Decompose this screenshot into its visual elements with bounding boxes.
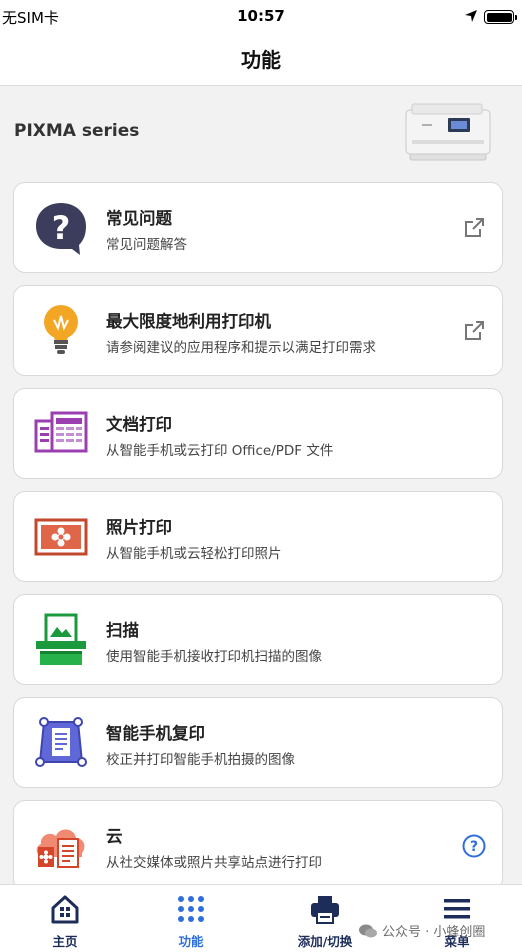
cloud-icon — [36, 829, 85, 868]
card-title: 照片打印 — [106, 518, 172, 537]
card-description: 请参阅建议的应用程序和提示以满足打印需求 — [106, 340, 376, 356]
navigation-bar: 功能 — [0, 34, 522, 86]
card-title: 云 — [106, 827, 123, 846]
card-description: 从智能手机或云轻松打印照片 — [106, 546, 282, 562]
card-title: 智能手机复印 — [106, 724, 205, 743]
card-description: 从社交媒体或照片共享站点进行打印 — [106, 855, 322, 871]
watermark-text: 公众号 · 小蜂创圈 — [382, 925, 486, 940]
tab-label: 主页 — [52, 934, 78, 949]
card-title: 文档打印 — [106, 415, 172, 434]
tab-label: 功能 — [178, 934, 204, 949]
card-cloud[interactable]: 云 从社交媒体或照片共享站点进行打印 ? — [13, 800, 503, 891]
card-scan[interactable]: 扫描 使用智能手机接收打印机扫描的图像 — [13, 594, 503, 685]
card-title: 最大限度地利用打印机 — [106, 312, 271, 331]
external-link-icon[interactable] — [462, 216, 486, 240]
tab-menu[interactable]: 菜单 — [392, 885, 522, 952]
scan-icon — [36, 613, 86, 665]
tab-bar: 主页 功能 添加/切换 菜单 — [0, 884, 522, 952]
printer-selector[interactable]: PIXMA series — [0, 88, 522, 176]
tab-add-switch[interactable]: 添加/切换 — [260, 885, 390, 952]
lightbulb-icon — [44, 305, 78, 354]
card-description: 常见问题解答 — [106, 237, 187, 253]
photo-print-icon — [34, 518, 88, 556]
external-link-icon[interactable] — [462, 319, 486, 343]
status-bar: 无SIM卡 10:57 — [0, 0, 522, 34]
card-document-print[interactable]: 文档打印 从智能手机或云打印 Office/PDF 文件 — [13, 388, 503, 479]
help-circle-icon[interactable]: ? — [462, 834, 486, 858]
card-description: 校正并打印智能手机拍摄的图像 — [106, 752, 295, 768]
battery-icon — [484, 10, 517, 24]
card-photo-print[interactable]: 照片打印 从智能手机或云轻松打印照片 — [13, 491, 503, 582]
svg-text:?: ? — [52, 209, 71, 247]
question-bubble-icon: ? — [36, 203, 86, 255]
printer-image — [405, 103, 491, 161]
clock: 10:57 — [237, 7, 285, 25]
card-maximize-printer[interactable]: 最大限度地利用打印机 请参阅建议的应用程序和提示以满足打印需求 — [13, 285, 503, 376]
card-title: 扫描 — [106, 621, 139, 640]
card-description: 使用智能手机接收打印机扫描的图像 — [106, 649, 322, 665]
card-description: 从智能手机或云打印 Office/PDF 文件 — [106, 443, 334, 459]
card-title: 常见问题 — [106, 209, 172, 228]
svg-text:?: ? — [470, 839, 478, 855]
location-arrow-icon — [465, 10, 477, 22]
card-faq[interactable]: ? 常见问题 常见问题解答 — [13, 182, 503, 273]
printer-icon — [311, 896, 339, 924]
page-title: 功能 — [241, 48, 281, 72]
smartphone-copy-icon — [35, 717, 87, 767]
tab-functions[interactable]: 功能 — [126, 885, 256, 952]
grid-dots-icon — [178, 896, 204, 922]
printer-name: PIXMA series — [14, 121, 140, 141]
wechat-icon — [359, 924, 377, 937]
card-smartphone-copy[interactable]: 智能手机复印 校正并打印智能手机拍摄的图像 — [13, 697, 503, 788]
document-print-icon — [34, 411, 88, 453]
home-icon — [51, 895, 79, 924]
tab-home[interactable]: 主页 — [0, 885, 130, 952]
watermark: 公众号 · 小蜂创圈 — [358, 921, 485, 940]
